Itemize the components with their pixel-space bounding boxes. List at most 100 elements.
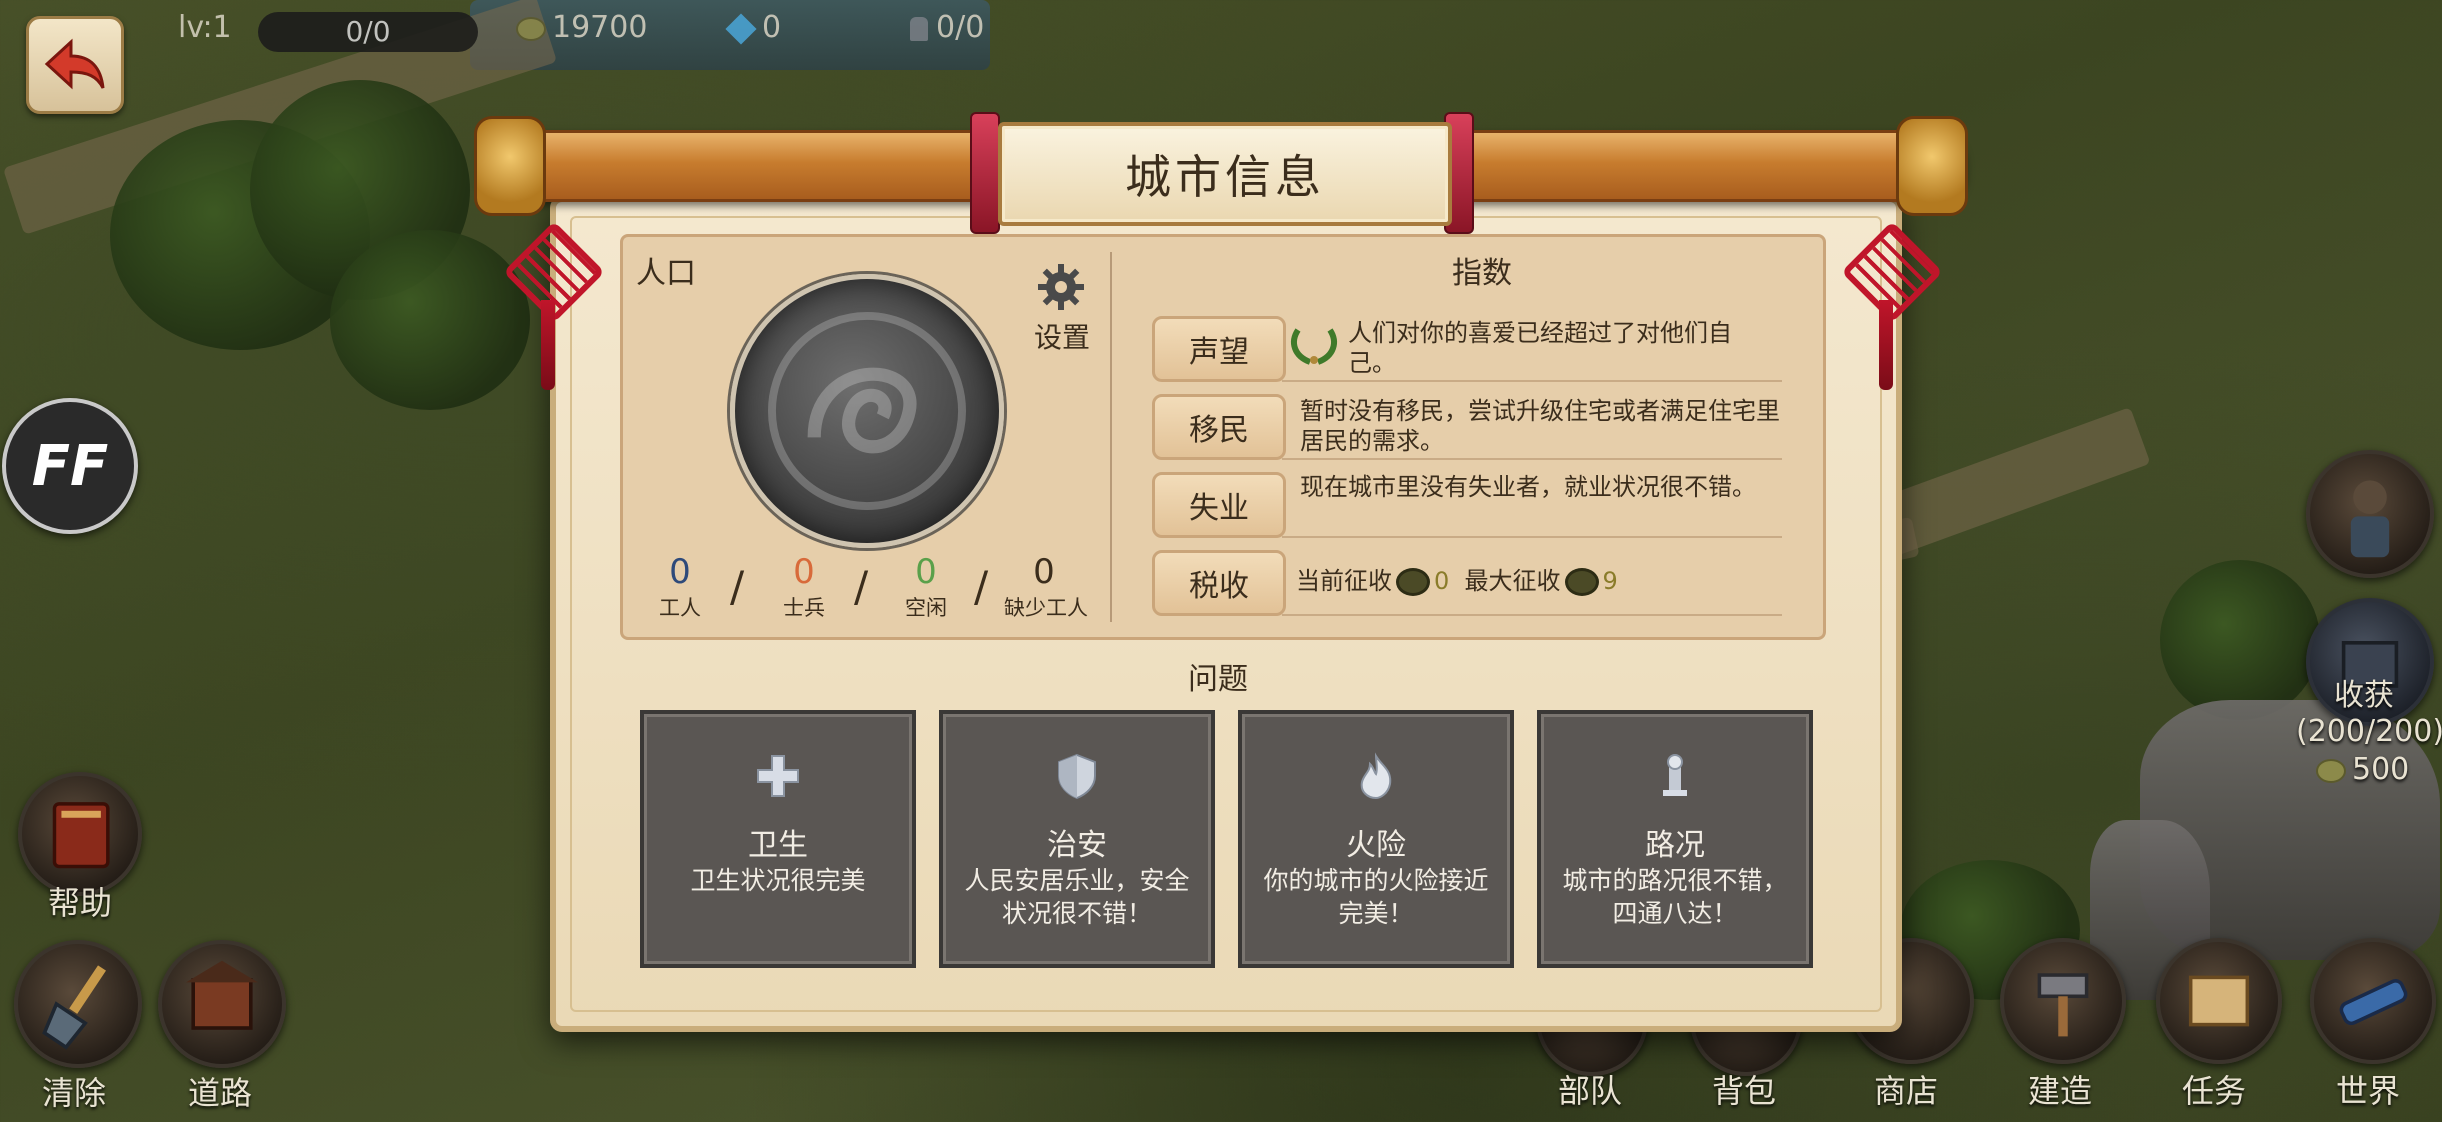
unemployment-text: 现在城市里没有失业者，就业状况很不错。	[1300, 473, 1756, 501]
harvest-title: 收获	[2334, 678, 2394, 713]
gem-value: 0	[762, 10, 782, 45]
shortage-value: 0	[1033, 552, 1055, 592]
problem-desc: 人民安居乐业，安全状况很不错！	[964, 866, 1190, 928]
problem-desc: 你的城市的火险接近完美！	[1263, 866, 1489, 928]
population-icon	[910, 16, 928, 41]
dragon-seal-emblem	[730, 274, 1004, 548]
coin-icon	[1396, 568, 1430, 596]
tassel-right	[1879, 300, 1893, 390]
workers-value: 0	[669, 552, 691, 592]
health-cross-icon	[757, 755, 799, 797]
shield-icon	[1058, 753, 1096, 800]
row-divider	[1282, 458, 1782, 460]
idle-value: 0	[915, 552, 937, 592]
road-icon	[1663, 754, 1687, 796]
clear-label: 清除	[41, 1074, 106, 1112]
idle-count: 0	[876, 552, 976, 592]
unemployment-label: 失业	[1189, 491, 1249, 526]
scroll-map-icon	[2188, 975, 2250, 1027]
tax-current-value: 0	[1434, 567, 1450, 595]
scroll-pin-left	[970, 112, 1000, 234]
row-divider	[1282, 536, 1782, 538]
exp-value: 0/0	[345, 15, 391, 48]
fast-forward-label: FF	[31, 433, 109, 499]
gear-icon[interactable]	[1036, 262, 1086, 312]
scroll-cap-left	[474, 116, 546, 216]
problem-name: 治安	[1047, 828, 1107, 863]
population-counter: 0/0	[910, 10, 984, 45]
dragon-icon	[768, 312, 966, 510]
problems-title: 问题	[1188, 662, 1248, 697]
shovel-icon	[42, 965, 106, 1050]
immigration-text: 暂时没有移民，尝试升级住宅或者满足住宅里居民的需求。	[1300, 397, 1780, 455]
coin-value: 19700	[552, 10, 648, 45]
problem-card-security[interactable]: 治安 人民安居乐业，安全状况很不错！	[939, 710, 1215, 968]
tax-label: 税收	[1189, 569, 1249, 604]
immigration-button[interactable]: 移民	[1152, 394, 1286, 460]
hammer-icon	[2037, 973, 2089, 1037]
problem-card-fire[interactable]: 火险 你的城市的火险接近完美！	[1238, 710, 1514, 968]
prestige-button[interactable]: 声望	[1152, 316, 1286, 382]
harvest-coins-value: 500	[2352, 752, 2410, 787]
row-divider	[1282, 380, 1782, 382]
clear-button[interactable]	[14, 940, 142, 1068]
help-label: 帮助	[47, 884, 112, 922]
soldier-portrait-icon	[2350, 480, 2390, 558]
harvest-label: 收获 (200/200)	[2296, 670, 2442, 749]
coin-icon	[1564, 568, 1599, 596]
coin-counter: 19700	[516, 10, 647, 45]
harvest-coins: 500	[2316, 752, 2409, 787]
tax-max-label: 最大征收	[1464, 567, 1561, 595]
menu-build-label: 建造	[2027, 1072, 2092, 1110]
menu-shop-label: 商店	[1873, 1072, 1938, 1110]
menu-quest-label: 任务	[2181, 1072, 2246, 1110]
scroll-cap-right	[1896, 116, 1968, 216]
coin-icon	[2316, 758, 2346, 783]
tax-button[interactable]: 税收	[1152, 550, 1286, 616]
menu-build-button[interactable]	[2000, 938, 2126, 1064]
prestige-label: 声望	[1189, 335, 1249, 370]
book-icon	[52, 802, 110, 869]
population-value: 0/0	[936, 10, 985, 45]
problem-name: 路况	[1645, 828, 1705, 863]
laurel-icon	[1291, 328, 1337, 365]
back-button[interactable]	[26, 16, 124, 114]
road-building-icon	[186, 960, 258, 1030]
problem-desc: 城市的路况很不错，四通八达！	[1562, 866, 1788, 928]
settings-label[interactable]: 设置	[1034, 316, 1090, 356]
problem-card-health[interactable]: 卫生 卫生状况很完美	[640, 710, 916, 968]
problem-name: 火险	[1346, 828, 1406, 863]
panel-divider	[1110, 252, 1112, 622]
soldiers-value: 0	[793, 552, 815, 592]
fast-forward-button[interactable]: FF	[2, 398, 138, 534]
menu-world-button[interactable]	[2310, 938, 2436, 1064]
tax-current-label: 当前征收	[1296, 567, 1392, 595]
menu-troops-label: 部队	[1557, 1072, 1622, 1110]
row-divider	[1282, 614, 1782, 616]
menu-bag-label: 背包	[1711, 1072, 1776, 1110]
workers-label: 工人	[659, 596, 701, 620]
problem-card-road[interactable]: 路况 城市的路况很不错，四通八达！	[1537, 710, 1813, 968]
tax-text: 当前征收 0 最大征收 9	[1296, 566, 1776, 596]
tax-max-value: 9	[1602, 567, 1618, 595]
fire-icon	[1360, 752, 1392, 800]
population-title: 人口	[636, 256, 696, 291]
harvest-count: (200/200)	[2296, 714, 2442, 749]
soldiers-count: 0	[754, 552, 854, 592]
menu-world-label: 世界	[2335, 1072, 2400, 1110]
tassel-left	[541, 300, 555, 390]
workers-count: 0	[630, 552, 730, 592]
soldiers-label: 士兵	[783, 596, 825, 620]
road-label: 道路	[187, 1074, 252, 1112]
road-button[interactable]	[158, 940, 286, 1068]
unemployment-button[interactable]: 失业	[1152, 472, 1286, 538]
immigration-label: 移民	[1189, 413, 1249, 448]
menu-quest-button[interactable]	[2156, 938, 2282, 1064]
index-title: 指数	[1452, 256, 1512, 291]
advisor-button[interactable]	[2306, 450, 2434, 578]
prestige-text: 人们对你的喜爱已经超过了对他们自己。	[1348, 319, 1732, 377]
exp-bar: 0/0	[258, 12, 478, 52]
shortage-label: 缺少工人	[1004, 596, 1088, 620]
coin-icon	[516, 16, 546, 41]
problem-desc: 卫生状况很完美	[690, 866, 866, 895]
